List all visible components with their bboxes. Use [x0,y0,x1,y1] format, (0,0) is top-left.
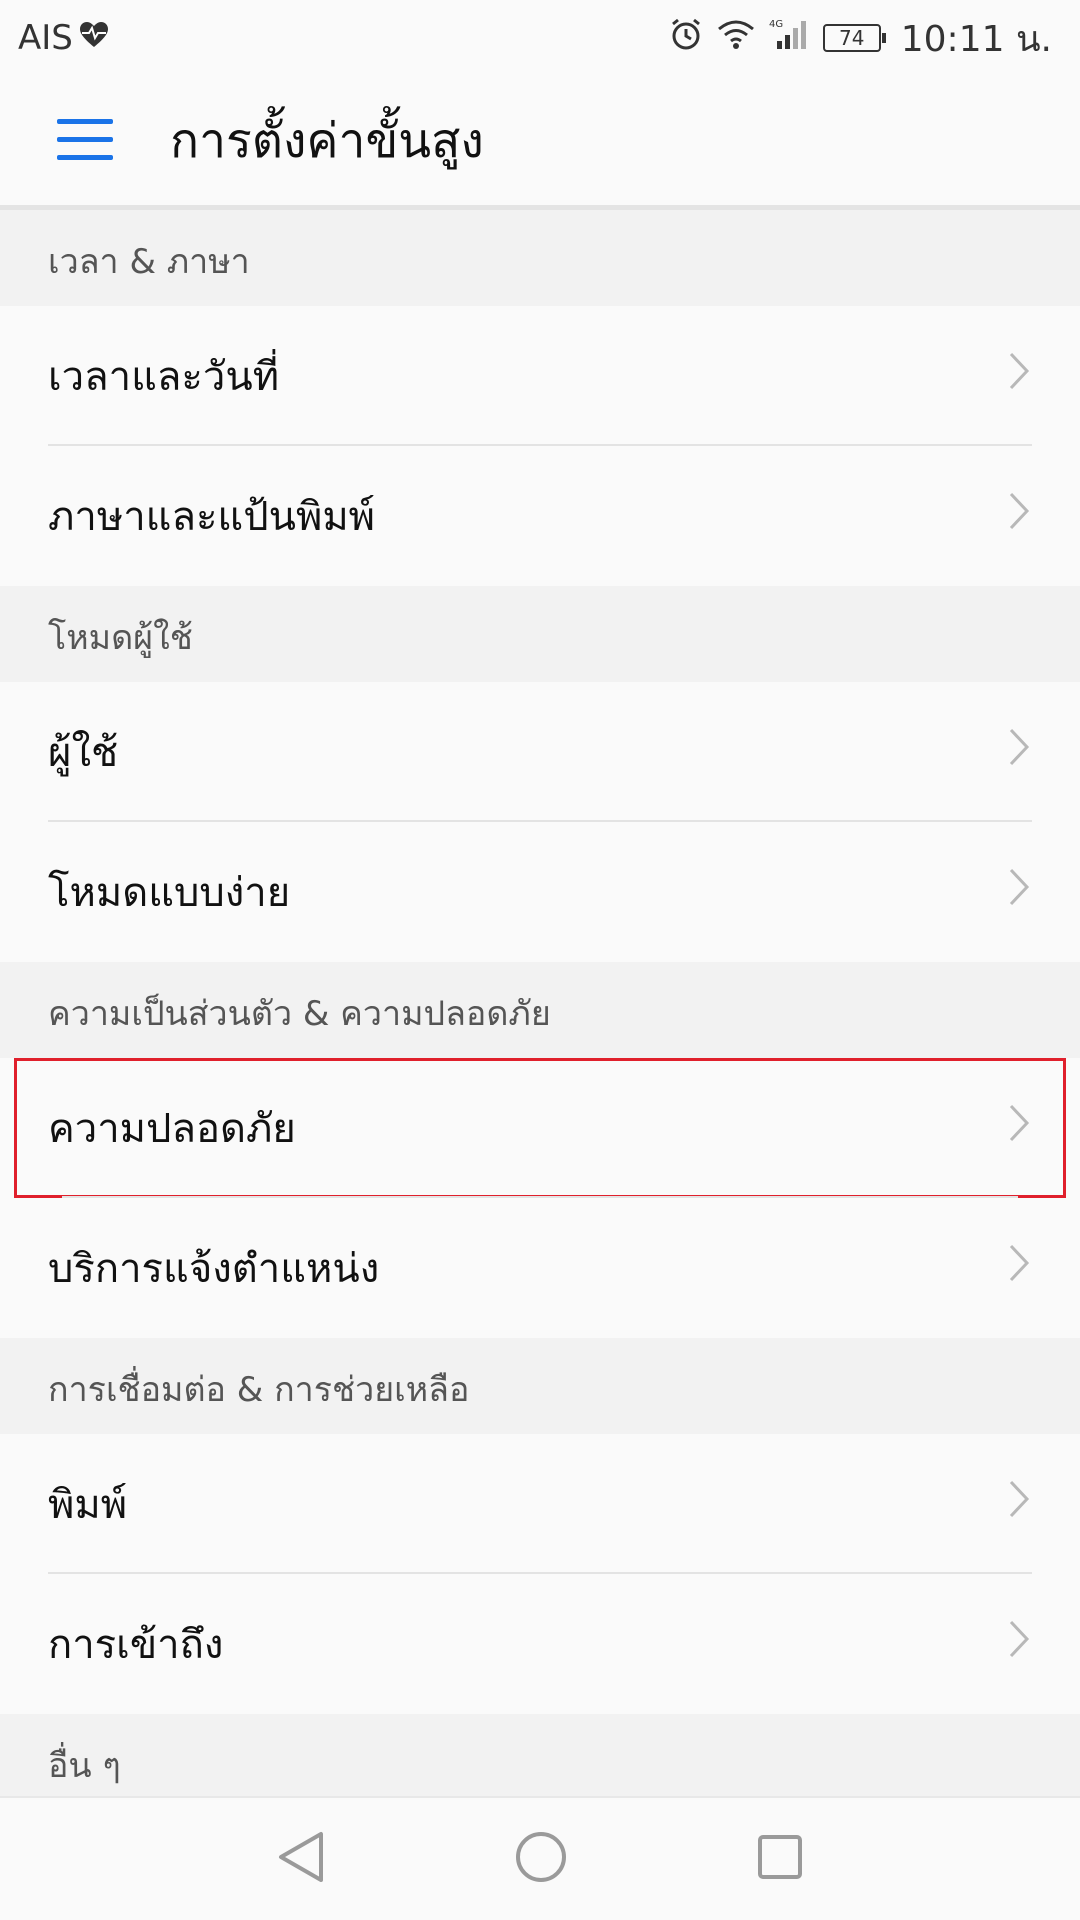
chevron-right-icon [1008,351,1030,401]
settings-item-simple-mode[interactable]: โหมดแบบง่าย [0,822,1080,962]
settings-item-users[interactable]: ผู้ใช้ [0,682,1080,822]
settings-item-label: ความปลอดภัย [48,1106,296,1152]
back-triangle-icon[interactable] [277,1831,325,1887]
status-bar: AIS 4G 74 10:11 น. [0,0,1080,76]
chevron-right-icon [1008,867,1030,917]
settings-item-label: ผู้ใช้ [48,730,119,776]
settings-item-language-keyboard[interactable]: ภาษาและแป้นพิมพ์ [0,446,1080,586]
settings-item-date-time[interactable]: เวลาและวันที่ [0,306,1080,446]
chevron-right-icon [1008,1243,1030,1293]
section-header-user-mode: โหมดผู้ใช้ [0,586,1080,682]
settings-item-accessibility[interactable]: การเข้าถึง [0,1574,1080,1714]
wifi-icon [717,18,755,59]
carrier-label: AIS [18,18,73,58]
chevron-right-icon [1008,1619,1030,1669]
settings-item-location-services[interactable]: บริการแจ้งตำแหน่ง [0,1198,1080,1338]
settings-item-label: พิมพ์ [48,1482,128,1528]
chevron-right-icon [1008,1479,1030,1529]
chevron-right-icon [1008,727,1030,777]
status-left: AIS [18,18,109,58]
heart-rate-icon [79,18,109,58]
section-header-privacy-security: ความเป็นส่วนตัว & ความปลอดภัย [0,962,1080,1058]
settings-item-label: บริการแจ้งตำแหน่ง [48,1246,380,1292]
navigation-bar [0,1796,1080,1920]
recents-square-icon[interactable] [757,1834,803,1884]
menu-button[interactable] [0,74,170,208]
app-bar: การตั้งค่าขั้นสูง [0,76,1080,210]
status-right: 4G 74 10:11 น. [669,10,1052,67]
cellular-signal-icon: 4G [769,17,809,60]
hamburger-icon [57,117,113,165]
screen: AIS 4G 74 10:11 น. การตั้งค่าขั้นสูง เวล… [0,0,1080,1920]
page-title: การตั้งค่าขั้นสูง [170,112,484,169]
settings-item-label: ภาษาและแป้นพิมพ์ [48,494,376,540]
settings-list: เวลา & ภาษา เวลาและวันที่ ภาษาและแป้นพิม… [0,210,1080,1810]
network-type-label: 4G [769,19,783,30]
home-circle-icon[interactable] [515,1831,567,1887]
settings-item-label: การเข้าถึง [48,1622,224,1668]
settings-item-label: โหมดแบบง่าย [48,870,291,916]
clock: 10:11 น. [900,18,1052,60]
chevron-right-icon [1008,1103,1030,1153]
alarm-icon [669,17,703,60]
section-header-connection-accessibility: การเชื่อมต่อ & การช่วยเหลือ [0,1338,1080,1434]
chevron-right-icon [1008,491,1030,541]
settings-item-printing[interactable]: พิมพ์ [0,1434,1080,1574]
settings-item-security[interactable]: ความปลอดภัย [14,1058,1066,1198]
section-header-time-language: เวลา & ภาษา [0,210,1080,306]
settings-item-label: เวลาและวันที่ [48,354,280,400]
battery-indicator: 74 [822,24,886,52]
